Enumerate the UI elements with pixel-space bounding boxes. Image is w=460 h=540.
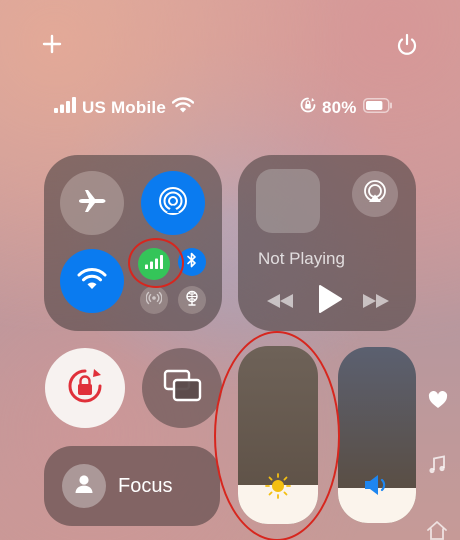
focus-button[interactable]: Focus [44,446,220,526]
airplane-icon [77,186,107,221]
wifi-icon [171,97,195,118]
battery-icon [362,97,393,118]
album-artwork[interactable] [256,169,320,233]
focus-label: Focus [118,474,173,497]
now-playing-panel: Not Playing [238,155,416,331]
home-icon[interactable] [426,520,448,540]
screen-mirroring-icon [162,368,202,409]
cellular-signal-icon [54,97,76,118]
focus-avatar [62,464,106,508]
battery-percent: 80% [322,97,357,117]
airplane-mode-button[interactable] [60,171,124,235]
carrier-name: US Mobile [82,97,166,117]
wifi-button[interactable] [60,249,124,313]
wifi-icon [77,267,107,296]
rotation-lock-button[interactable] [45,348,125,428]
rewind-icon [264,294,296,317]
connectivity-panel [44,155,222,331]
rotation-lock-icon [65,366,105,411]
volume-slider[interactable] [338,347,416,523]
airdrop-button[interactable] [141,171,205,235]
rewind-button[interactable] [264,289,296,313]
globe-button[interactable] [178,286,206,314]
plus-icon[interactable] [40,32,64,56]
fast-forward-icon [360,294,392,317]
play-icon [316,285,344,319]
annotation-circle-cellular [128,238,184,288]
airplay-button[interactable] [352,171,398,217]
annotation-circle-brightness [214,331,340,540]
bluetooth-icon [186,252,198,273]
speaker-icon [362,471,392,499]
now-playing-status: Not Playing [258,249,345,268]
personal-hotspot-icon [145,290,163,311]
play-button[interactable] [316,283,344,315]
screen-mirroring-button[interactable] [142,348,222,428]
status-bar-left: US Mobile [54,97,195,118]
person-icon [73,473,95,500]
personal-hotspot-button[interactable] [140,286,168,314]
power-icon[interactable] [394,32,420,58]
airplay-icon [362,179,388,210]
orientation-lock-icon [300,97,316,118]
heart-icon[interactable] [428,390,448,409]
airdrop-icon [157,185,189,222]
music-note-icon[interactable] [428,455,446,475]
status-bar-right: 80% [300,97,393,118]
globe-icon [184,290,200,311]
fast-forward-button[interactable] [360,289,392,313]
